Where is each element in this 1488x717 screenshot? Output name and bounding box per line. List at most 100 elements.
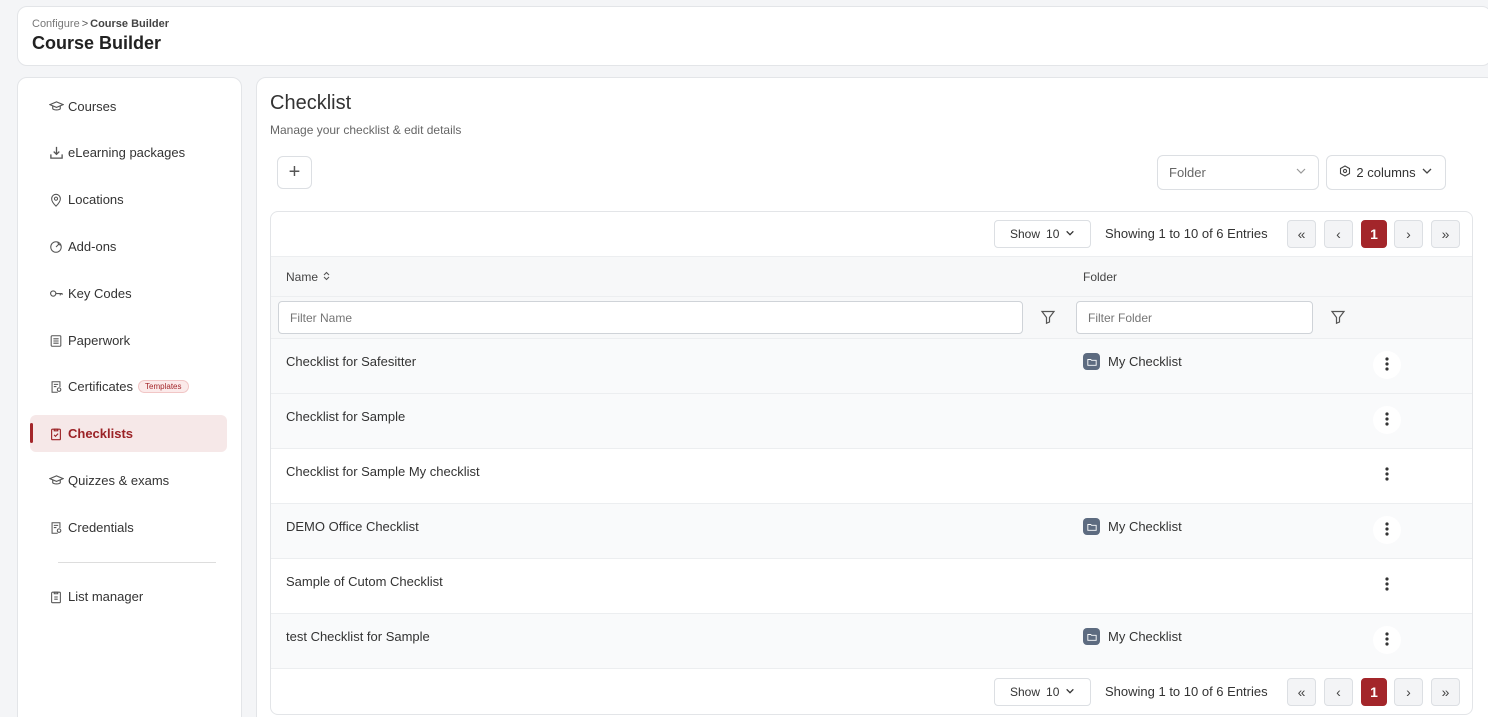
chevron-down-icon <box>1421 165 1433 180</box>
row-name[interactable]: Checklist for Sample <box>286 409 405 424</box>
filter-row <box>271 297 1472 339</box>
download-icon <box>48 145 64 161</box>
column-header-name[interactable]: Name <box>286 270 331 284</box>
sidebar-item-label: Credentials <box>68 520 134 535</box>
breadcrumb-separator: > <box>81 18 89 30</box>
sidebar-item-locations[interactable]: Locations <box>30 181 227 218</box>
row-name[interactable]: Checklist for Sample My checklist <box>286 464 480 479</box>
sidebar-item-paperwork[interactable]: Paperwork <box>30 322 227 359</box>
map-pin-icon <box>48 192 64 208</box>
sidebar-item-courses[interactable]: Courses <box>30 88 227 125</box>
document-list-icon <box>48 333 64 349</box>
prev-page-button[interactable]: ‹ <box>1324 220 1353 248</box>
key-icon <box>48 286 64 302</box>
plus-icon: + <box>288 161 301 183</box>
table-header: Name Folder <box>271 256 1472 297</box>
table-row[interactable]: Checklist for Safesitter My Checklist <box>271 339 1472 394</box>
sidebar-item-label: Quizzes & exams <box>68 473 170 488</box>
page-1-button[interactable]: 1 <box>1361 678 1387 706</box>
table-row[interactable]: test Checklist for Sample My Checklist <box>271 614 1472 669</box>
sidebar-item-label: List manager <box>68 589 144 604</box>
sidebar-item-label: Locations <box>68 192 124 207</box>
double-chevron-left-icon: « <box>1297 226 1306 242</box>
sidebar-item-label: eLearning packages <box>68 145 186 160</box>
row-actions-menu[interactable] <box>1373 406 1401 434</box>
sidebar-item-list-manager[interactable]: List manager <box>30 578 227 615</box>
row-actions-menu[interactable] <box>1373 571 1401 599</box>
sidebar-item-label: Courses <box>68 99 117 114</box>
graduation-cap-icon <box>48 473 64 489</box>
page-1-button[interactable]: 1 <box>1361 220 1387 248</box>
sidebar-item-label: Paperwork <box>68 333 131 348</box>
add-checklist-button[interactable]: + <box>277 156 312 189</box>
last-page-button[interactable]: » <box>1431 678 1460 706</box>
row-name[interactable]: Sample of Cutom Checklist <box>286 574 443 589</box>
first-page-button[interactable]: « <box>1287 678 1316 706</box>
filter-folder-input[interactable] <box>1076 301 1313 334</box>
sidebar-item-label: Checklists <box>68 426 134 441</box>
page-size-select[interactable]: Show 10 <box>994 678 1091 706</box>
table-row[interactable]: Sample of Cutom Checklist <box>271 559 1472 614</box>
last-page-button[interactable]: » <box>1431 220 1460 248</box>
main-panel: Checklist Manage your checklist & edit d… <box>256 77 1488 717</box>
kebab-icon <box>1385 576 1389 594</box>
sidebar-item-certificates[interactable]: Certificates Templates <box>30 368 227 405</box>
folder-select[interactable]: Folder <box>1157 155 1319 190</box>
filter-icon[interactable] <box>1330 309 1346 325</box>
certificate-icon <box>48 379 64 395</box>
sidebar-item-credentials[interactable]: Credentials <box>30 509 227 546</box>
table-row[interactable]: DEMO Office Checklist My Checklist <box>271 504 1472 559</box>
columns-label: 2 columns <box>1356 165 1416 180</box>
double-chevron-right-icon: » <box>1441 684 1450 700</box>
sidebar-item-key-codes[interactable]: Key Codes <box>30 275 227 312</box>
page-size-value: 10 <box>1046 227 1060 241</box>
next-page-button[interactable]: › <box>1394 678 1423 706</box>
kebab-icon <box>1385 521 1389 539</box>
page-size-value: 10 <box>1046 685 1060 699</box>
table-row[interactable]: Checklist for Sample My checklist <box>271 449 1472 504</box>
breadcrumb-configure[interactable]: Configure <box>32 18 80 30</box>
entries-info: Showing 1 to 10 of 6 Entries <box>1105 684 1268 699</box>
double-chevron-right-icon: » <box>1441 226 1450 242</box>
breadcrumb: Configure > Course Builder <box>32 18 1477 30</box>
sidebar-item-label: Certificates <box>68 379 134 394</box>
prev-page-button[interactable]: ‹ <box>1324 678 1353 706</box>
sidebar-item-quizzes-exams[interactable]: Quizzes & exams <box>30 462 227 499</box>
chevron-down-icon <box>1065 227 1075 241</box>
pager-top: Show 10 Showing 1 to 10 of 6 Entries « ‹… <box>271 212 1472 256</box>
entries-info: Showing 1 to 10 of 6 Entries <box>1105 226 1268 241</box>
kebab-icon <box>1385 631 1389 649</box>
filter-name-input[interactable] <box>278 301 1023 334</box>
clipboard-list-icon <box>48 589 64 605</box>
clipboard-check-icon <box>48 426 64 442</box>
checklist-table: Show 10 Showing 1 to 10 of 6 Entries « ‹… <box>270 211 1473 715</box>
row-actions-menu[interactable] <box>1373 461 1401 489</box>
kebab-icon <box>1385 411 1389 429</box>
filter-icon[interactable] <box>1040 309 1056 325</box>
row-actions-menu[interactable] <box>1373 516 1401 544</box>
next-page-button[interactable]: › <box>1394 220 1423 248</box>
column-header-folder: Folder <box>1083 270 1118 284</box>
table-row[interactable]: Checklist for Sample <box>271 394 1472 449</box>
addon-icon <box>48 239 64 255</box>
kebab-icon <box>1385 466 1389 484</box>
show-label: Show <box>1010 685 1041 699</box>
templates-badge: Templates <box>138 380 189 393</box>
row-folder: My Checklist <box>1083 353 1182 370</box>
row-actions-menu[interactable] <box>1373 626 1401 654</box>
row-name[interactable]: test Checklist for Sample <box>286 629 430 644</box>
row-name[interactable]: Checklist for Safesitter <box>286 354 416 369</box>
row-name[interactable]: DEMO Office Checklist <box>286 519 419 534</box>
sidebar-item-add-ons[interactable]: Add-ons <box>30 228 227 265</box>
row-actions-menu[interactable] <box>1373 351 1401 379</box>
sidebar-item-label: Add-ons <box>68 239 117 254</box>
chevron-down-icon <box>1065 685 1075 699</box>
columns-toggle-button[interactable]: 2 columns <box>1326 155 1446 190</box>
first-page-button[interactable]: « <box>1287 220 1316 248</box>
chevron-down-icon <box>1295 165 1307 180</box>
sidebar-item-checklists[interactable]: Checklists <box>30 415 227 452</box>
page-size-select[interactable]: Show 10 <box>994 220 1091 248</box>
sidebar: Courses eLearning packages Locations Add… <box>17 77 242 717</box>
certificate-icon <box>48 520 64 536</box>
sidebar-item-elearning-packages[interactable]: eLearning packages <box>30 134 227 171</box>
